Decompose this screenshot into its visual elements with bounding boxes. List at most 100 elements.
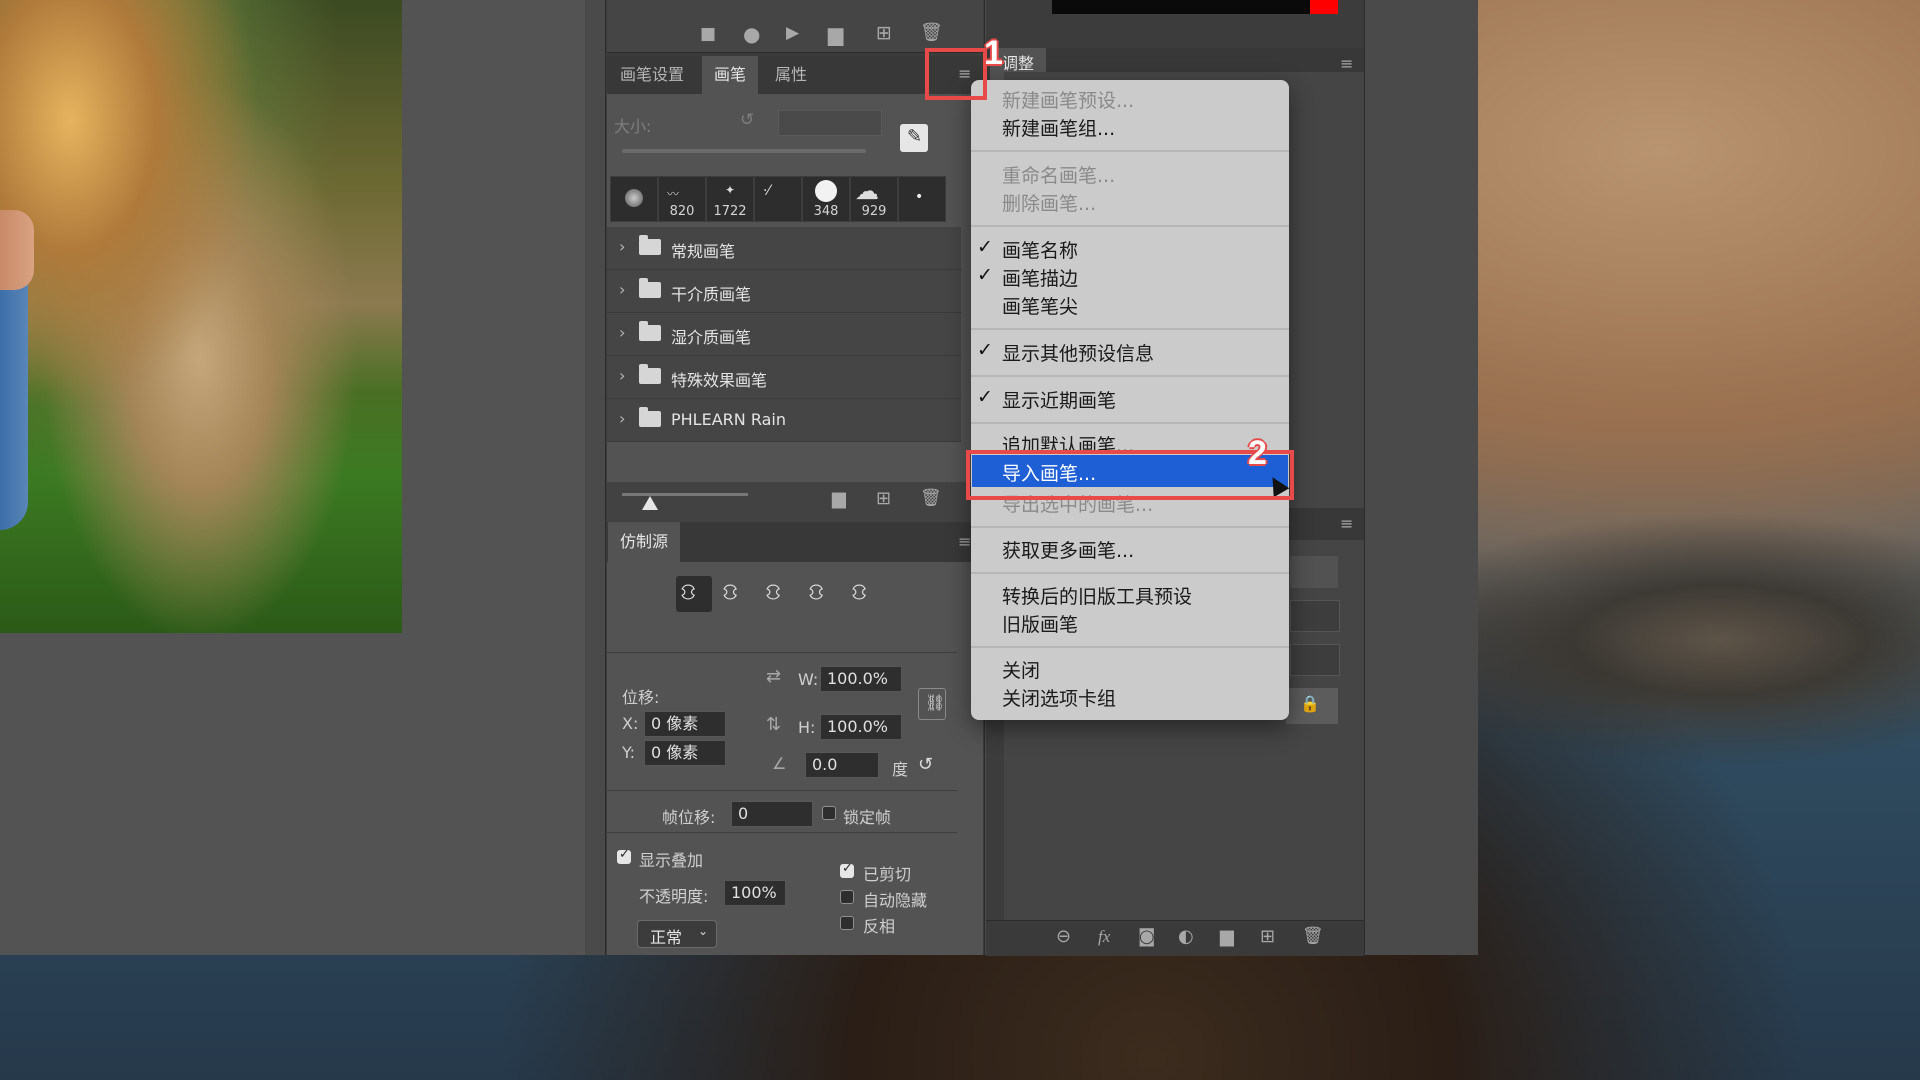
link-aspect-button[interactable]: ⛓ [918,688,946,720]
recent-brush-1722[interactable]: ✦ 1722 [706,176,754,222]
clipped-label: 已剪切 [863,865,912,884]
menu-item-legacy-brushes[interactable]: 旧版画笔 [1002,610,1078,637]
menu-item-new-brush-preset[interactable]: 新建画笔预设... [1002,86,1134,113]
layer-mask-icon[interactable]: ◙ [1138,928,1155,946]
trash-icon[interactable]: 🗑 [920,24,943,42]
recent-brush-soft[interactable] [610,176,658,222]
stop-icon[interactable]: ■ [700,26,716,43]
new-layer-icon[interactable]: ⊞ [1260,928,1275,946]
size-slider[interactable] [622,149,866,153]
tab-clone-source[interactable]: 仿制源 [608,522,681,562]
clone-panel-menu-icon[interactable]: ≡ [958,534,971,550]
show-overlay-label: 显示叠加 [639,851,704,870]
adjust-panel-menu-icon[interactable]: ≡ [1340,56,1353,72]
flip-horizontal-icon[interactable]: ⇄ [766,668,781,686]
clone-stamp-icon[interactable]: ⛻ [722,582,738,604]
brush-folder-row[interactable]: › 特殊效果画笔 [607,356,961,399]
record-icon[interactable]: ● [743,24,760,44]
chevron-right-icon: › [619,237,626,256]
reset-transform-icon[interactable]: ↺ [918,756,933,774]
tab-properties[interactable]: 属性 [763,56,819,94]
angle-input[interactable]: 0.0 [805,752,879,778]
annotation-box-step2 [966,450,1294,500]
lock-icon[interactable]: 🔒 [1300,694,1320,713]
folder-icon[interactable]: ▆ [828,24,843,44]
clone-stamp-icon[interactable]: ⛻ [851,582,867,604]
menu-item-delete-brush[interactable]: 删除画笔... [1002,189,1096,216]
new-group-folder-icon[interactable]: ▆ [832,490,846,508]
x-label: X: [622,714,639,733]
brush-folder-row[interactable]: › 干介质画笔 [607,270,961,313]
menu-item-get-more-brushes[interactable]: 获取更多画笔... [1002,536,1134,563]
folder-icon [639,364,661,384]
checkmark-icon: ✓ [977,386,993,408]
recent-brush-929[interactable]: ☁ 929 [850,176,898,222]
new-brush-icon[interactable]: ⊞ [876,490,891,508]
recent-brush-348[interactable]: 348 [802,176,850,222]
menu-item-rename-brush[interactable]: 重命名画笔... [1002,161,1115,188]
menu-item-converted-legacy-tool-presets[interactable]: 转换后的旧版工具预设 [1002,582,1192,609]
fx-icon[interactable]: fx [1098,928,1110,945]
recent-brush-small-dot[interactable]: • [898,176,946,222]
menu-item-show-preset-info[interactable]: 显示其他预设信息 [1002,339,1154,366]
brush-preview-button[interactable]: ✎ [900,124,928,152]
slider-handle-icon[interactable] [642,496,658,510]
frame-offset-input[interactable]: 0 [731,801,813,827]
layer-blend-select[interactable] [1290,600,1340,632]
checkmark-icon: ✓ [977,339,993,361]
clone-stamp-icon[interactable]: ⛻ [808,582,824,604]
chevron-right-icon: › [619,280,626,299]
layer-lock-area: 🔒 [1286,688,1338,724]
clone-stamp-icon[interactable]: ⛻ [765,582,781,604]
thumbnail-size-slider[interactable] [622,493,748,496]
y-offset-input[interactable]: 0 像素 [644,740,726,766]
opacity-label: 不透明度: [639,887,709,906]
foreground-color-swatch[interactable] [1310,0,1338,14]
clipped-checkbox[interactable] [840,861,854,878]
menu-item-brush-name[interactable]: 画笔名称 [1002,236,1078,263]
lock-frame-checkbox[interactable] [822,806,836,820]
adjustment-layer-icon[interactable]: ◐ [1178,928,1194,946]
menu-item-new-brush-group[interactable]: 新建画笔组... [1002,114,1115,141]
invert-label: 反相 [863,917,896,936]
folder-icon [639,278,661,298]
brush-folder-row[interactable]: › 湿介质画笔 [607,313,961,356]
new-action-icon[interactable]: ⊞ [876,24,892,43]
x-offset-input[interactable]: 0 像素 [644,711,726,737]
brush-folder-row[interactable]: › PHLEARN Rain [607,399,961,442]
menu-item-show-recent-brushes[interactable]: 显示近期画笔 [1002,386,1116,413]
width-scale-input[interactable]: 100.0% [820,666,902,692]
menu-separator [971,572,1289,574]
checkmark-icon: ✓ [977,236,993,258]
spatter-brush-icon: ✦ [725,183,736,197]
menu-item-close-tab-group[interactable]: 关闭选项卡组 [1002,684,1116,711]
recent-brush-dot-diag[interactable]: ·⁄ [754,176,802,222]
link-layers-icon[interactable]: ⊖ [1056,928,1071,946]
menu-item-brush-tip[interactable]: 画笔笔尖 [1002,292,1078,319]
document-photo [0,0,402,633]
invert-checkbox[interactable] [840,916,854,930]
height-scale-input[interactable]: 100.0% [820,714,902,740]
delete-layer-icon[interactable]: 🗑 [1302,928,1324,945]
tab-brush-settings[interactable]: 画笔设置 [608,56,696,94]
brush-folder-row[interactable]: › 常规画笔 [607,227,961,270]
flip-vertical-icon[interactable]: ⇅ [766,716,781,734]
divider [607,790,957,791]
delete-brush-icon[interactable]: 🗑 [920,490,942,507]
size-input[interactable] [778,110,882,136]
layers-panel-menu-icon[interactable]: ≡ [1340,516,1353,532]
tab-brush[interactable]: 画笔 [702,56,759,94]
auto-hide-checkbox[interactable] [840,890,854,904]
menu-item-close[interactable]: 关闭 [1002,656,1040,683]
opacity-input[interactable]: 100% [724,880,786,906]
blend-mode-select[interactable]: 正常 ⌄ [637,920,717,948]
reset-size-icon[interactable]: ↺ [740,112,754,129]
play-icon[interactable]: ▶ [786,25,799,42]
menu-item-brush-stroke[interactable]: 画笔描边 [1002,264,1078,291]
show-overlay-checkbox[interactable] [617,847,631,864]
recent-brush-820[interactable]: 〰 820 [658,176,706,222]
layer-opacity-control[interactable] [1290,556,1338,588]
clone-stamp-icon: ⛻ [680,580,697,605]
layer-fill-select[interactable] [1290,644,1340,676]
group-folder-icon[interactable]: ▆ [1220,928,1234,946]
